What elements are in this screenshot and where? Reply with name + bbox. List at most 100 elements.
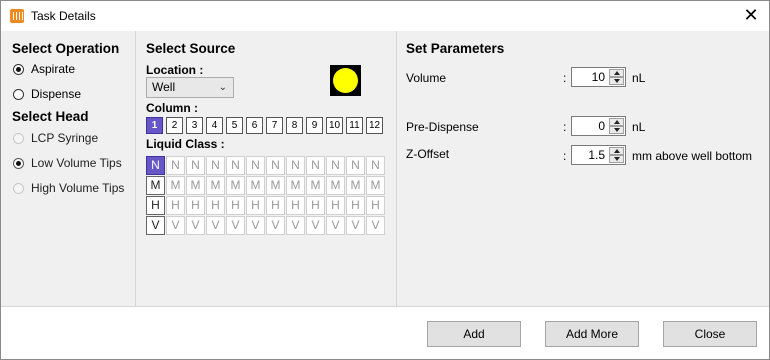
liquid-class-cell-n: N xyxy=(266,156,285,175)
spin-down-icon[interactable] xyxy=(609,155,624,163)
liquid-class-row-h: HHHHHHHHHHHH xyxy=(146,196,386,216)
radio-aspirate[interactable]: Aspirate xyxy=(13,62,75,76)
liquid-class-cell-v[interactable]: V xyxy=(146,216,165,235)
z-offset-label: Z-Offset xyxy=(406,147,450,161)
liquid-class-cell-n: N xyxy=(326,156,345,175)
liquid-class-cell-v: V xyxy=(266,216,285,235)
liquid-class-cell-h: H xyxy=(186,196,205,215)
z-offset-spinner[interactable]: 1.5 xyxy=(571,145,626,165)
location-dropdown[interactable]: Well ⌄ xyxy=(146,77,234,98)
column-button-5[interactable]: 5 xyxy=(226,117,243,134)
column-label: Column : xyxy=(146,101,198,115)
window-title: Task Details xyxy=(31,9,96,23)
liquid-class-cell-h: H xyxy=(286,196,305,215)
pre-dispense-value[interactable]: 0 xyxy=(598,119,605,133)
volume-spinner[interactable]: 10 xyxy=(571,67,626,87)
pre-dispense-spinner[interactable]: 0 xyxy=(571,116,626,136)
radio-button-low-volume-tips[interactable] xyxy=(13,157,24,169)
liquid-class-cell-n[interactable]: N xyxy=(146,156,165,175)
close-button[interactable]: Close xyxy=(663,321,757,347)
liquid-class-cell-h: H xyxy=(166,196,185,215)
liquid-class-cell-n: N xyxy=(206,156,225,175)
select-head-title: Select Head xyxy=(12,109,89,124)
liquid-class-cell-v: V xyxy=(346,216,365,235)
column-button-8[interactable]: 8 xyxy=(286,117,303,134)
liquid-class-cell-h[interactable]: H xyxy=(146,196,165,215)
radio-button-aspirate[interactable] xyxy=(13,63,24,75)
liquid-class-cell-n: N xyxy=(166,156,185,175)
column-button-1[interactable]: 1 xyxy=(146,117,163,134)
spin-up-icon[interactable] xyxy=(609,69,624,77)
liquid-class-row-m: MMMMMMMMMMMM xyxy=(146,176,386,196)
set-parameters-title: Set Parameters xyxy=(406,41,505,56)
task-details-window: Task Details ✕ Select Operation Aspirate… xyxy=(0,0,770,360)
column-button-10[interactable]: 10 xyxy=(326,117,343,134)
liquid-class-cell-h: H xyxy=(266,196,285,215)
column-button-4[interactable]: 4 xyxy=(206,117,223,134)
volume-label: Volume xyxy=(406,71,447,85)
select-source-title: Select Source xyxy=(146,41,236,56)
spin-up-icon[interactable] xyxy=(609,118,624,126)
radio-label-lcp-syringe: LCP Syringe xyxy=(31,131,99,145)
liquid-class-cell-h: H xyxy=(246,196,265,215)
spin-down-icon[interactable] xyxy=(609,77,624,85)
column-button-9[interactable]: 9 xyxy=(306,117,323,134)
spin-up-icon[interactable] xyxy=(609,147,624,155)
liquid-class-row-n: NNNNNNNNNNNN xyxy=(146,156,386,176)
liquid-class-cell-h: H xyxy=(206,196,225,215)
radio-label-dispense: Dispense xyxy=(31,87,82,101)
liquid-class-cell-m: M xyxy=(306,176,325,195)
liquid-class-cell-n: N xyxy=(246,156,265,175)
radio-label-low-volume-tips: Low Volume Tips xyxy=(31,156,122,170)
liquid-class-cell-h: H xyxy=(366,196,385,215)
liquid-class-cell-v: V xyxy=(366,216,385,235)
column-button-6[interactable]: 6 xyxy=(246,117,263,134)
liquid-class-cell-v: V xyxy=(206,216,225,235)
radio-button-dispense[interactable] xyxy=(13,88,24,100)
liquid-class-cell-v: V xyxy=(306,216,325,235)
liquid-class-cell-h: H xyxy=(326,196,345,215)
app-icon xyxy=(10,9,24,23)
pre-dispense-unit: nL xyxy=(632,120,646,134)
liquid-class-cell-m: M xyxy=(166,176,185,195)
column-selector: 1 2 3 4 5 6 7 8 9 10 11 12 xyxy=(146,117,386,134)
liquid-class-cell-h: H xyxy=(346,196,365,215)
liquid-class-cell-h: H xyxy=(306,196,325,215)
liquid-class-cell-m: M xyxy=(326,176,345,195)
volume-value[interactable]: 10 xyxy=(592,70,605,84)
radio-low-volume-tips[interactable]: Low Volume Tips xyxy=(13,156,122,170)
liquid-class-cell-n: N xyxy=(346,156,365,175)
add-button[interactable]: Add xyxy=(427,321,521,347)
pre-dispense-label: Pre-Dispense xyxy=(406,120,479,134)
spin-down-icon[interactable] xyxy=(609,126,624,134)
radio-high-volume-tips[interactable]: High Volume Tips xyxy=(13,181,124,195)
z-offset-unit: mm above well bottom xyxy=(632,149,753,163)
column-button-2[interactable]: 2 xyxy=(166,117,183,134)
liquid-class-cell-m[interactable]: M xyxy=(146,176,165,195)
liquid-class-label: Liquid Class : xyxy=(146,137,225,151)
liquid-class-cell-m: M xyxy=(346,176,365,195)
liquid-class-cell-m: M xyxy=(226,176,245,195)
column-button-7[interactable]: 7 xyxy=(266,117,283,134)
column-button-12[interactable]: 12 xyxy=(366,117,383,134)
location-label: Location : xyxy=(146,63,204,77)
radio-button-lcp-syringe[interactable] xyxy=(13,132,24,144)
z-offset-value[interactable]: 1.5 xyxy=(588,148,605,162)
select-operation-title: Select Operation xyxy=(12,41,120,56)
liquid-class-cell-m: M xyxy=(206,176,225,195)
liquid-class-cell-n: N xyxy=(366,156,385,175)
column-button-3[interactable]: 3 xyxy=(186,117,203,134)
radio-label-aspirate: Aspirate xyxy=(31,62,76,76)
z-offset-colon: : xyxy=(563,149,567,163)
radio-button-high-volume-tips[interactable] xyxy=(13,182,24,194)
close-icon[interactable]: ✕ xyxy=(741,6,761,26)
radio-label-high-volume-tips: High Volume Tips xyxy=(31,181,125,195)
add-more-button[interactable]: Add More xyxy=(545,321,639,347)
column-button-11[interactable]: 11 xyxy=(346,117,363,134)
liquid-class-cell-m: M xyxy=(286,176,305,195)
liquid-class-cell-v: V xyxy=(186,216,205,235)
pre-dispense-colon: : xyxy=(563,120,567,134)
liquid-class-row-v: VVVVVVVVVVVV xyxy=(146,216,386,236)
radio-lcp-syringe[interactable]: LCP Syringe xyxy=(13,131,98,145)
radio-dispense[interactable]: Dispense xyxy=(13,87,81,101)
